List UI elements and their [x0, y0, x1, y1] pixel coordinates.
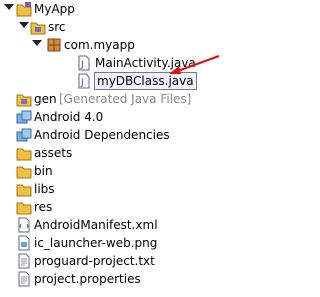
expand-icon[interactable] [19, 22, 29, 28]
tree-item-label: AndroidManifest.xml [34, 218, 158, 232]
tree-item-label: res [34, 200, 53, 214]
collapse-icon[interactable] [64, 76, 70, 86]
xml-file-icon [16, 217, 32, 233]
tree-item-label: Android 4.0 [34, 110, 104, 124]
expand-icon[interactable] [32, 40, 42, 46]
tree-item-package[interactable]: com.myapp [0, 36, 221, 54]
tree-item-libs[interactable]: libs [0, 180, 221, 198]
tree-item-label: libs [34, 182, 55, 196]
annotation-arrow-icon [169, 55, 220, 74]
tree-item-label: ic_launcher-web.png [34, 236, 158, 250]
tree-item-label: gen [34, 92, 57, 106]
tree-item-proguard[interactable]: proguard-project.txt [0, 252, 221, 270]
library-icon [16, 109, 32, 125]
generated-note: [Generated Java Files] [59, 92, 192, 106]
source-folder-icon [30, 19, 46, 35]
tree-item-gen[interactable]: gen [Generated Java Files] [0, 90, 221, 108]
folder-icon [16, 163, 32, 179]
image-file-icon [16, 235, 32, 251]
package-explorer-tree: MyApp src com.myapp J MainActivity.java … [0, 0, 221, 297]
java-file-icon: J [76, 73, 92, 89]
java-file-icon: J [76, 55, 92, 71]
collapse-icon[interactable] [4, 130, 10, 140]
text-file-icon [16, 253, 32, 269]
tree-item-label: com.myapp [64, 38, 135, 52]
library-icon [16, 127, 32, 143]
tree-item-label: MyApp [34, 2, 75, 16]
collapse-icon[interactable] [4, 94, 10, 104]
folder-icon [16, 145, 32, 161]
tree-item-src[interactable]: src [0, 18, 221, 36]
tree-item-myapp[interactable]: MyApp [0, 0, 221, 18]
svg-text:J: J [80, 78, 84, 88]
tree-item-label: project.properties [34, 272, 141, 286]
tree-item-android-dependencies[interactable]: Android Dependencies [0, 126, 221, 144]
tree-item-project-properties[interactable]: project.properties [0, 270, 221, 288]
tree-item-bin[interactable]: bin [0, 162, 221, 180]
tree-item-label: bin [34, 164, 53, 178]
collapse-icon[interactable] [64, 58, 70, 68]
tree-item-label: Android Dependencies [34, 128, 170, 142]
text-file-icon [16, 271, 32, 287]
svg-text:J: J [80, 60, 84, 70]
collapse-icon[interactable] [4, 112, 10, 122]
package-icon [46, 37, 62, 53]
folder-icon [16, 181, 32, 197]
tree-item-android[interactable]: Android 4.0 [0, 108, 221, 126]
collapse-icon[interactable] [4, 202, 10, 212]
source-folder-icon [16, 91, 32, 107]
folder-icon [16, 199, 32, 215]
tree-item-assets[interactable]: assets [0, 144, 221, 162]
collapse-icon[interactable] [4, 166, 10, 176]
tree-item-label: assets [34, 146, 73, 160]
tree-item-ic-launcher[interactable]: ic_launcher-web.png [0, 234, 221, 252]
tree-item-label: proguard-project.txt [34, 254, 155, 268]
tree-item-androidmanifest[interactable]: AndroidManifest.xml [0, 216, 221, 234]
tree-item-label: src [48, 20, 66, 34]
collapse-icon[interactable] [4, 184, 10, 194]
expand-icon[interactable] [4, 4, 14, 10]
tree-item-res[interactable]: res [0, 198, 221, 216]
project-icon [16, 1, 32, 17]
